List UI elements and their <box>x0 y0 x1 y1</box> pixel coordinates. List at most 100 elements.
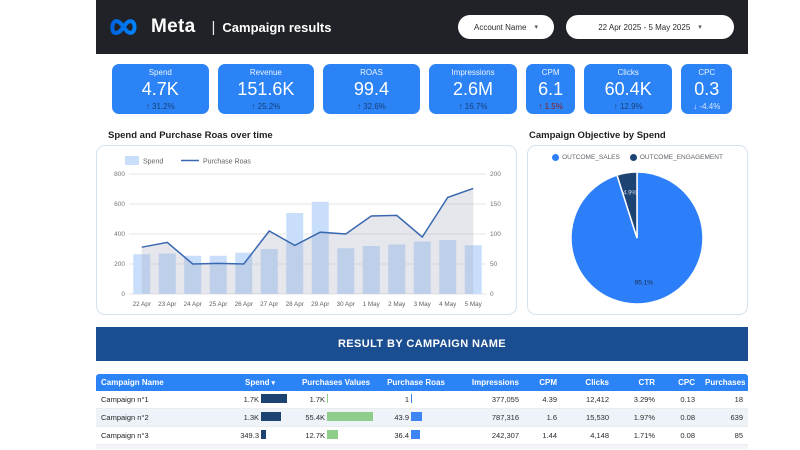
campaign-objective-pie-chart[interactable]: OUTCOME_SALES OUTCOME_ENGAGEMENT 95.1% 4.9… <box>527 145 748 315</box>
data-bar <box>261 412 281 421</box>
data-bar <box>327 412 373 421</box>
x-axis-label: 28 Apr <box>286 301 304 308</box>
table-row[interactable]: Campaign n°2 1.3K 55.4K 43.9 787,316 1.6 15,53… <box>96 409 748 427</box>
column-header-label: Spend <box>245 378 270 387</box>
column-header-cpm[interactable]: CPM <box>524 374 562 391</box>
data-bar <box>411 394 412 403</box>
table-partial-next-row <box>96 445 748 449</box>
cpc-cell: 0.13 <box>680 395 695 404</box>
cpm-cell: 1.44 <box>542 431 557 440</box>
campaign-name-cell: Campaign n°3 <box>101 431 149 440</box>
kpi-delta: ↑ 16.7% <box>458 102 488 111</box>
kpi-delta: ↑ 31.2% <box>145 102 175 111</box>
kpi-value: 2.6M <box>453 79 494 99</box>
kpi-card-spend: Spend 4.7K ↑ 31.2% <box>112 64 209 114</box>
up-arrow-icon: ↑ <box>458 102 463 111</box>
impressions-cell: 242,307 <box>491 431 519 440</box>
legend-label: OUTCOME_ENGAGEMENT <box>639 154 723 161</box>
column-header-clicks[interactable]: Clicks <box>562 374 614 391</box>
column-header-purchase-roas[interactable]: Purchase Roas <box>380 374 452 391</box>
up-arrow-icon: ↑ <box>145 102 150 111</box>
column-header-campaign-name[interactable]: Campaign Name <box>96 374 228 391</box>
x-axis-label: 5 May <box>465 301 483 308</box>
cpm-cell: 4.39 <box>542 395 557 404</box>
clicks-cell: 4,148 <box>590 431 609 440</box>
pie-legend: OUTCOME_SALES OUTCOME_ENGAGEMENT <box>528 146 747 161</box>
column-header-label: Impressions <box>471 378 519 387</box>
cell-value: 349.3 <box>240 431 259 440</box>
right-axis-tick: 150 <box>490 201 501 208</box>
date-range-label: 22 Apr 2025 - 5 May 2025 <box>598 22 691 32</box>
cell-value: 1 <box>404 395 409 404</box>
column-header-impressions[interactable]: Impressions <box>452 374 524 391</box>
column-header-purchases[interactable]: Purchases <box>700 374 748 391</box>
spend-roas-combo-chart[interactable]: 0 0 200 50 400 100 600 150 800 200 22 Apr 23 Apr 24 … <box>96 145 517 315</box>
pie-legend-item: OUTCOME_SALES <box>552 154 620 161</box>
table-body: Campaign n°1 1.7K 1.7K 1 377,055 4.39 12,412 3.… <box>96 391 748 445</box>
kpi-label: Clicks <box>617 68 639 77</box>
title-divider: | <box>211 18 216 36</box>
column-header-spend[interactable]: Spend ▾ <box>228 374 292 391</box>
date-range-dropdown[interactable]: 22 Apr 2025 - 5 May 2025 ▾ <box>566 15 734 39</box>
cell-value: 1.7K <box>309 395 325 404</box>
cell-value: 12.7K <box>305 431 325 440</box>
legend-dot-icon <box>552 154 560 161</box>
kpi-label: Spend <box>148 68 172 77</box>
column-header-label: CPM <box>539 378 557 387</box>
meta-brand: Meta <box>110 16 196 38</box>
cpm-cell: 1.6 <box>546 413 557 422</box>
meta-logo-icon <box>110 19 137 35</box>
kpi-row: Spend 4.7K ↑ 31.2% Revenue 151.6K ↑ 25.2% ROAS… <box>112 64 733 114</box>
left-axis-tick: 600 <box>114 201 125 208</box>
cpc-cell: 0.08 <box>680 431 695 440</box>
table-row[interactable]: Campaign n°3 349.3 12.7K 36.4 242,307 1.44 4,1… <box>96 427 748 445</box>
up-arrow-icon: ↑ <box>613 102 618 111</box>
left-axis-tick: 400 <box>114 231 125 238</box>
x-axis-label: 2 May <box>388 301 406 308</box>
kpi-card-roas: ROAS 99.4 ↑ 32.6% <box>323 64 420 114</box>
column-header-purchases-values[interactable]: Purchases Values <box>292 374 380 391</box>
left-axis-tick: 800 <box>114 171 125 178</box>
legend-roas-label: Purchase Roas <box>203 159 251 166</box>
combo-chart-svg[interactable]: 0 0 200 50 400 100 600 150 800 200 22 Apr 23 Apr 24 … <box>97 146 516 314</box>
pie-label-engagement: 4.9% <box>623 190 637 196</box>
account-name-dropdown[interactable]: Account Name ▾ <box>458 15 554 39</box>
legend-label: OUTCOME_SALES <box>562 154 620 161</box>
column-header-label: Purchases Values <box>301 378 371 387</box>
x-axis-label: 3 May <box>414 301 432 308</box>
left-axis-tick: 0 <box>121 291 125 298</box>
results-banner-text: RESULT BY CAMPAIGN NAME <box>337 338 507 350</box>
data-bar <box>327 430 338 439</box>
cell-value: 36.4 <box>394 431 409 440</box>
page-title-wrap: | Campaign results <box>212 19 332 36</box>
kpi-card-cpm: CPM 6.1 ↑ 1.5% <box>526 64 575 114</box>
kpi-card-revenue: Revenue 151.6K ↑ 25.2% <box>217 64 315 114</box>
x-axis-label: 30 Apr <box>337 301 355 308</box>
down-arrow-icon: ↓ <box>693 102 698 111</box>
kpi-value: 60.4K <box>604 79 652 99</box>
chevron-down-icon: ▾ <box>534 24 538 31</box>
column-header-ctr[interactable]: CTR <box>614 374 660 391</box>
column-header-label: Purchases <box>705 378 746 387</box>
kpi-label: Impressions <box>451 68 495 77</box>
kpi-value: 0.3 <box>694 79 720 99</box>
purchases-cell: 18 <box>734 395 743 404</box>
campaign-name-cell: Campaign n°1 <box>101 395 149 404</box>
kpi-card-clicks: Clicks 60.4K ↑ 12.9% <box>583 64 673 114</box>
x-axis-label: 23 Apr <box>158 301 176 308</box>
kpi-label: CPC <box>698 68 716 77</box>
column-header-cpc[interactable]: CPC <box>660 374 700 391</box>
section-titles: Spend and Purchase Roas over time Campai… <box>96 130 748 141</box>
clicks-cell: 12,412 <box>586 395 609 404</box>
up-arrow-icon: ↑ <box>251 102 256 111</box>
pie-plot[interactable]: 95.1% 4.9% <box>528 161 747 314</box>
table-row[interactable]: Campaign n°1 1.7K 1.7K 1 377,055 4.39 12,412 3.… <box>96 391 748 409</box>
pie-chart-svg[interactable]: 95.1% 4.9% <box>528 161 747 311</box>
right-axis-tick: 0 <box>490 291 494 298</box>
up-arrow-icon: ↑ <box>356 102 361 111</box>
right-axis-tick: 200 <box>490 171 501 178</box>
top-bar: Meta | Campaign results Account Name ▾ 2… <box>96 0 748 54</box>
pie-label-sales: 95.1% <box>635 279 654 286</box>
kpi-delta: ↑ 32.6% <box>356 102 386 111</box>
kpi-label: CPM <box>541 68 560 77</box>
